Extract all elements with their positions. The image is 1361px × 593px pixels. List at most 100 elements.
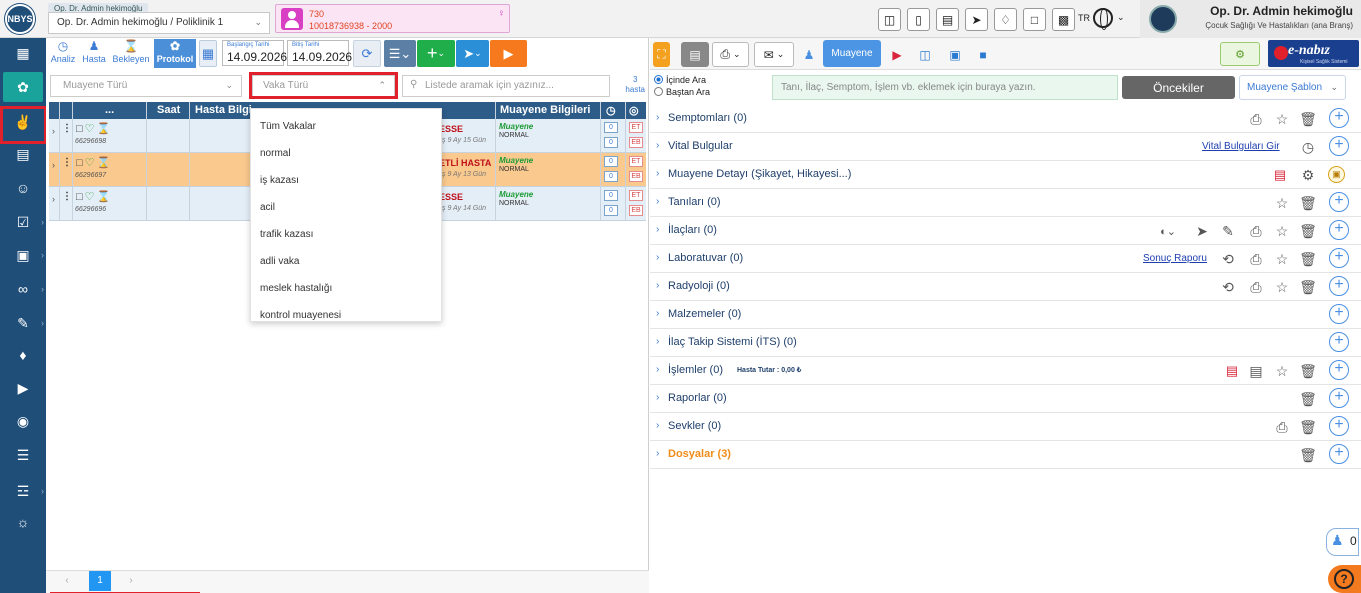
document-icon[interactable]: ▤ <box>1247 362 1265 380</box>
section-raporlar[interactable]: › Raporlar (0) 🗑 + <box>650 385 1361 413</box>
add-icon[interactable]: + <box>1329 136 1349 156</box>
add-icon[interactable]: + <box>1329 276 1349 296</box>
radio-bastan-ara[interactable]: Baştan Ara <box>654 87 710 97</box>
et-badge[interactable]: ET <box>629 156 643 167</box>
history-icon[interactable]: ⟲ <box>1219 278 1237 296</box>
sms-icon[interactable]: ◉ <box>0 406 46 436</box>
video-icon[interactable]: ▶ <box>886 42 908 67</box>
star-icon[interactable]: ☆ <box>1273 362 1291 380</box>
send-button[interactable]: ➤ ⌄ <box>456 40 489 67</box>
vaka-option[interactable]: normal <box>251 136 441 163</box>
chats-icon[interactable]: ☼ <box>0 507 46 537</box>
stats-icon[interactable]: ▩ <box>1052 8 1075 31</box>
barcode-icon[interactable]: ▤ <box>681 42 709 67</box>
section-islemler[interactable]: › İşlemler (0) Hasta Tutar : 0,00 ₺ ▤ ▤ … <box>650 357 1361 385</box>
video-icon[interactable]: ▶ <box>0 373 46 403</box>
vaka-option[interactable]: iş kazası <box>251 163 441 190</box>
settings-button[interactable]: ⚙ <box>1220 42 1260 66</box>
section-malzemeler[interactable]: › Malzemeler (0) + <box>650 301 1361 329</box>
section-semptomlar[interactable]: › Semptomları (0) ⎙ ☆ 🗑 + <box>650 105 1361 133</box>
add-icon[interactable]: + <box>1329 360 1349 380</box>
tab-analiz[interactable]: ◷ Analiz <box>48 39 78 68</box>
list-search-input[interactable]: ⚲ Listede aramak için yazınız... <box>402 75 610 97</box>
pencil-icon[interactable]: ✎ <box>1219 222 1237 240</box>
column-hasta-bilgi[interactable]: Hasta Bilgi <box>195 104 252 116</box>
chevron-right-icon[interactable]: › <box>52 160 55 170</box>
vaka-option[interactable]: Tüm Vakalar <box>251 109 441 136</box>
history-icon[interactable]: ⟲ <box>1219 250 1237 268</box>
print-icon[interactable]: ⎙ <box>1247 278 1265 296</box>
add-icon[interactable]: + <box>1329 192 1349 212</box>
vaka-option[interactable]: kontrol muayenesi <box>251 298 441 321</box>
enabiz-button[interactable]: e-nabız Kişisel Sağlık Sistemi <box>1268 40 1359 67</box>
list-icon[interactable]: ▤ <box>1223 362 1241 380</box>
section-dosyalar[interactable]: › Dosyalar (3) 🗑 + <box>650 441 1361 469</box>
add-icon[interactable]: + <box>1329 332 1349 352</box>
money-icon[interactable]: ▣ › <box>0 240 46 270</box>
megaphone-icon[interactable]: ➤ <box>965 8 988 31</box>
column-muayene-bilgileri[interactable]: Muayene Bilgileri <box>500 104 590 116</box>
bell-icon[interactable]: ♢ <box>994 8 1017 31</box>
active-patient-card[interactable]: 730 10018736938 - 2000 ♀ <box>275 4 510 33</box>
people-count-badge[interactable]: 0 <box>604 156 618 167</box>
open-book-icon[interactable]: ◫ <box>914 42 936 67</box>
report-icon[interactable]: ✎ › <box>0 308 46 338</box>
tab-bekleyen[interactable]: ⌛ Bekleyen <box>110 39 152 68</box>
column-saat[interactable]: Saat <box>157 104 180 116</box>
doctor-select[interactable]: Op. Dr. Admin hekimoğlu / Poliklinik 1 ⌄ <box>48 12 270 34</box>
print-icon[interactable]: ⎙ <box>1273 418 1291 436</box>
trash-icon[interactable]: 🗑 <box>1299 278 1317 296</box>
add-button[interactable]: + ⌄ <box>417 40 455 67</box>
patient-icon[interactable]: ♟ <box>799 42 819 67</box>
trash-icon[interactable]: 🗑 <box>1299 418 1317 436</box>
tab-protokol[interactable]: ✿ Protokol <box>154 39 196 68</box>
note-icon[interactable]: ■ <box>972 42 994 67</box>
chevron-right-icon[interactable]: › <box>52 126 55 136</box>
add-icon[interactable]: + <box>1329 248 1349 268</box>
trash-icon[interactable]: 🗑 <box>1299 250 1317 268</box>
mail-icon[interactable]: ✉ ⌄ <box>754 42 794 67</box>
muayene-button[interactable]: Muayene <box>823 40 881 67</box>
eb-badge[interactable]: EB <box>629 205 643 216</box>
star-icon[interactable]: ☆ <box>1273 278 1291 296</box>
online-users-button[interactable]: ♟ 0 <box>1326 528 1359 556</box>
row-menu-icon[interactable]: ⋮ <box>62 191 72 202</box>
section-ilaclar[interactable]: › İlaçları (0) ◐⌄ ➤ ✎ ⎙ ☆ 🗑 + <box>650 217 1361 245</box>
section-tanilar[interactable]: › Tanıları (0) ☆ 🗑 + <box>650 189 1361 217</box>
vaka-option[interactable]: acil <box>251 190 441 217</box>
trash-icon[interactable]: 🗑 <box>1299 446 1317 464</box>
doctor-selector[interactable]: Op. Dr. Admin hekimoğlu Op. Dr. Admin he… <box>48 2 270 34</box>
star-icon[interactable]: ☆ <box>1273 194 1291 212</box>
menu-button[interactable]: ☰⌄ <box>384 40 416 67</box>
nbys-logo[interactable]: NBYS <box>5 4 35 34</box>
card-icon[interactable]: ▤ <box>936 8 959 31</box>
row-menu-icon[interactable]: ⋮ <box>62 157 72 168</box>
dashboard-icon[interactable]: ▦ <box>0 38 46 68</box>
glasses-icon[interactable]: ∞ › <box>0 274 46 304</box>
globe-icon[interactable] <box>1093 8 1113 30</box>
chevron-right-icon[interactable]: › <box>52 194 55 204</box>
trash-icon[interactable]: 🗑 <box>1299 222 1317 240</box>
people-count-badge[interactable]: 0 <box>604 190 618 201</box>
end-date-field[interactable]: Bitiş Tarihi 14.09.2026 <box>287 40 352 66</box>
trash-icon[interactable]: 🗑 <box>1299 110 1317 128</box>
tab-hasta[interactable]: ♟ Hasta <box>80 39 108 68</box>
et-badge[interactable]: ET <box>629 190 643 201</box>
add-icon[interactable]: + <box>1329 108 1349 128</box>
percent-count-badge[interactable]: 0 <box>604 137 618 148</box>
add-icon[interactable]: + <box>1329 304 1349 324</box>
start-date-field[interactable]: Başlangıç Tarihi 14.09.2026 <box>222 40 287 66</box>
eb-badge[interactable]: EB <box>629 171 643 182</box>
help-button[interactable]: ? <box>1328 565 1361 593</box>
chat-icon[interactable]: □ <box>1023 8 1046 31</box>
trash-icon[interactable]: 🗑 <box>1299 194 1317 212</box>
star-icon[interactable]: ☆ <box>1273 250 1291 268</box>
user-panel[interactable]: Op. Dr. Admin hekimoğlu Çocuk Sağlığı Ve… <box>1140 0 1361 38</box>
print-icon[interactable]: ⎙ <box>1247 110 1265 128</box>
calendar-icon[interactable]: ▦ <box>199 40 217 67</box>
muayene-sablon-select[interactable]: Muayene Şablon ⌄ <box>1239 75 1346 100</box>
trash-icon[interactable]: 🗑 <box>1299 390 1317 408</box>
save-icon[interactable]: ▣ <box>1328 166 1345 183</box>
book-icon[interactable]: ◫ <box>878 8 901 31</box>
vital-bulgular-link[interactable]: Vital Bulguları Gir <box>1202 141 1280 152</box>
